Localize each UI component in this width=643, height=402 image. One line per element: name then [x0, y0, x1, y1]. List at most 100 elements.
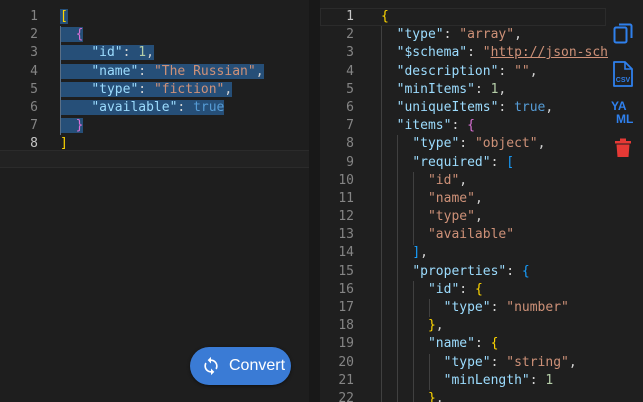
- code-token: }: [427, 390, 436, 402]
- code-token: "": [514, 63, 530, 79]
- yaml-label-bottom: ML: [616, 112, 633, 125]
- line-number: 7: [30, 118, 38, 134]
- code-text: {: [381, 8, 389, 26]
- code-text: "id": 1,: [60, 44, 154, 62]
- code-token: ,: [224, 81, 233, 97]
- code-token: "minItems": [396, 81, 475, 97]
- code-token: ,: [459, 172, 468, 188]
- line-number: 9: [346, 154, 354, 170]
- code-token: "id": [91, 45, 123, 61]
- line-number: 5: [346, 81, 354, 97]
- code-text: "$schema": "http://json-sch: [381, 44, 608, 62]
- line-number: 20: [338, 354, 354, 370]
- line-number: 3: [30, 45, 38, 61]
- code-token: ": [482, 45, 491, 61]
- indent-guide: [429, 353, 430, 391]
- output-toolbar: CSV YA ML: [604, 0, 643, 402]
- code-token: "available": [91, 99, 178, 115]
- code-token: [60, 27, 76, 43]
- code-text: "minItems": 1,: [381, 81, 507, 99]
- code-token: [60, 99, 92, 115]
- code-text: "items": {: [381, 117, 475, 135]
- code-token: [: [60, 9, 68, 24]
- code-text: {: [60, 26, 84, 44]
- convert-button[interactable]: Convert: [190, 347, 291, 385]
- code-token: "required": [412, 154, 491, 170]
- code-token: {: [75, 27, 84, 43]
- line-number: 19: [338, 336, 354, 352]
- code-token: "fiction": [153, 81, 225, 97]
- code-token: :: [177, 99, 194, 115]
- line-number: 14: [338, 245, 354, 261]
- code-token: ,: [498, 81, 507, 97]
- code-token: "properties": [412, 263, 507, 279]
- line-number: 7: [346, 118, 354, 134]
- csv-export-button[interactable]: CSV: [608, 58, 638, 90]
- code-token: {: [467, 118, 475, 134]
- line-number: 8: [346, 136, 354, 152]
- line-number: 3: [346, 45, 354, 61]
- code-token: true: [193, 99, 225, 115]
- code-text: ]: [60, 135, 68, 153]
- code-token: "type": [443, 354, 491, 370]
- code-token: [60, 45, 92, 61]
- code-token: true: [514, 99, 546, 115]
- indent-guide: [381, 26, 382, 402]
- delete-button[interactable]: [608, 133, 638, 163]
- indent-guide: [429, 299, 430, 318]
- pane-divider[interactable]: [309, 0, 320, 402]
- code-token: ,: [420, 245, 428, 261]
- line-number: 2: [30, 27, 38, 43]
- csv-file-icon: CSV: [613, 61, 633, 87]
- indent-guide: [397, 135, 398, 402]
- code-token: :: [490, 300, 507, 315]
- output-editor-pane[interactable]: 1 {2 "type": "array", 3 "$schema": "http:/…: [320, 0, 643, 402]
- line-number: 17: [338, 300, 354, 315]
- code-token: "items": [396, 118, 452, 134]
- code-token: ,: [474, 209, 483, 225]
- code-token: :: [490, 354, 507, 370]
- indent-guide: [413, 171, 414, 245]
- code-text: "uniqueItems": true,: [381, 99, 554, 117]
- copy-button[interactable]: [608, 19, 638, 49]
- code-token: :: [122, 45, 139, 61]
- code-token: :: [529, 372, 546, 388]
- input-editor-pane[interactable]: 1 [2 {3 "id": 1, 4 "name": "The Russian", 5…: [0, 0, 309, 402]
- code-token: ,: [146, 45, 154, 61]
- code-token: ,: [514, 27, 522, 43]
- line-number: 2: [346, 27, 354, 43]
- sync-icon: [204, 356, 218, 376]
- code-token: ,: [435, 318, 444, 334]
- code-text: "available": true: [60, 99, 225, 117]
- code-token: ,: [255, 63, 264, 79]
- code-token: :: [138, 63, 154, 79]
- copy-icon: [613, 23, 633, 44]
- indent-guide: [60, 26, 61, 136]
- code-token: ,: [474, 190, 483, 206]
- yaml-export-button[interactable]: YA ML: [608, 98, 638, 126]
- code-token: :: [451, 118, 468, 134]
- code-token: {: [381, 9, 389, 24]
- code-text: "type": "object",: [381, 135, 545, 153]
- line-number: 10: [338, 172, 354, 188]
- code-token: "string": [506, 354, 569, 370]
- code-token: }: [427, 318, 436, 334]
- code-token: :: [498, 99, 515, 115]
- line-number: 13: [338, 227, 354, 243]
- code-token: "type": [91, 81, 139, 97]
- code-token: ,: [568, 354, 577, 370]
- trash-icon: [615, 138, 631, 157]
- current-line-highlight: [320, 8, 606, 26]
- code-token: :: [459, 136, 475, 152]
- code-token: [60, 118, 76, 134]
- code-text: "minLength": 1: [381, 372, 554, 390]
- code-token: "object": [474, 136, 538, 152]
